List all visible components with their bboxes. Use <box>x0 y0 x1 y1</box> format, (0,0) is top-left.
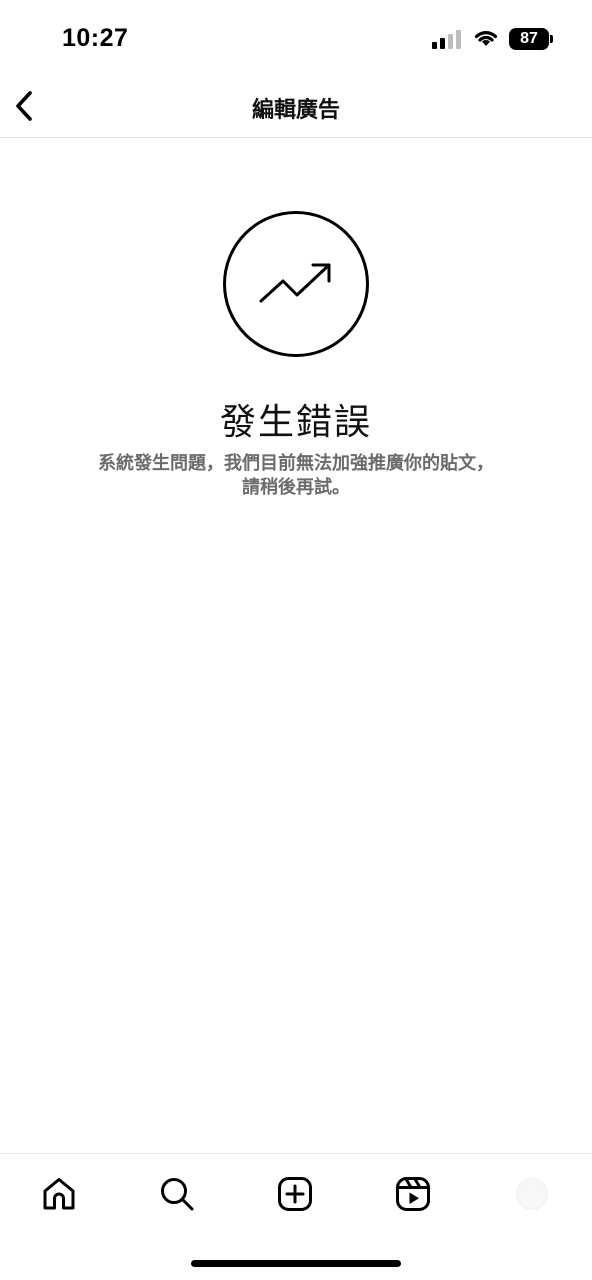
battery-tip <box>550 35 553 43</box>
wifi-icon <box>474 31 498 46</box>
error-title: 發生錯誤 <box>219 402 372 443</box>
home-icon <box>43 1178 75 1210</box>
tab-search[interactable] <box>155 1172 199 1216</box>
status-time: 10:27 <box>62 24 129 52</box>
status-bar: 10:27 87 <box>0 0 592 78</box>
screen: 10:27 87 編輯廣告 發生錯誤 系統發生問題，我們目前無法加強推廣你的貼文… <box>0 0 592 1280</box>
error-message-line-1: 系統發生問題，我們目前無法加強推廣你的貼文， <box>98 453 494 474</box>
plus-square-icon <box>278 1177 312 1211</box>
tab-reels[interactable] <box>391 1172 435 1216</box>
page-title: 編輯廣告 <box>251 98 340 123</box>
tab-profile[interactable] <box>508 1172 552 1216</box>
trending-up-icon <box>223 211 369 357</box>
tab-create[interactable] <box>273 1172 317 1216</box>
nav-bar: 編輯廣告 <box>0 78 592 138</box>
tab-home[interactable] <box>37 1172 81 1216</box>
cellular-signal-icon <box>432 30 461 49</box>
battery-body: 87 <box>509 28 549 50</box>
error-message-line-2: 請稍後再試。 <box>242 477 350 498</box>
search-icon <box>161 1178 194 1211</box>
battery-level: 87 <box>520 30 538 47</box>
battery-indicator: 87 <box>509 28 553 50</box>
reels-icon <box>396 1177 430 1211</box>
home-indicator <box>191 1260 401 1267</box>
profile-avatar <box>516 1178 548 1210</box>
error-message: 系統發生問題，我們目前無法加強推廣你的貼文， 請稍後再試。 <box>40 452 552 500</box>
